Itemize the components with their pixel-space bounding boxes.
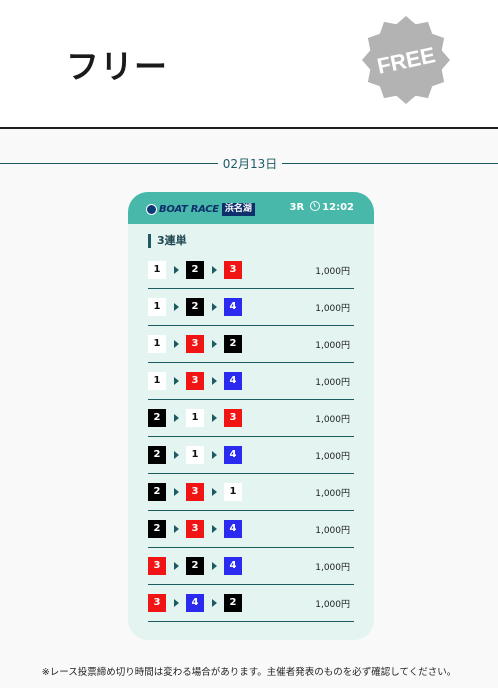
bet-amount: 1,000円 [315,526,350,536]
footnote: ※レース投票締め切り時間は変わる場合があります。主催者発表のものを必ず確認してく… [41,667,457,678]
race-info: 3R 12:02 [289,201,354,213]
boat-number-box: 1 [148,298,166,316]
arrow-right-icon [212,377,217,385]
date-label: 02月13日 [222,157,278,171]
boat-number-box: 1 [186,446,204,464]
arrow-right-icon [212,414,217,422]
bet-amount: 1,000円 [315,600,350,610]
boat-number-box: 4 [224,446,242,464]
bet-row: 1 3 4 1,000円 [148,363,354,400]
arrow-right-icon [174,266,179,274]
bet-row: 2 3 1 1,000円 [148,474,354,511]
bet-row: 1 2 3 1,000円 [148,252,354,289]
arrow-right-icon [212,562,217,570]
boat-number-box: 3 [186,372,204,390]
bet-row: 3 2 4 1,000円 [148,548,354,585]
boat-number-box: 3 [186,335,204,353]
bet-row: 2 1 4 1,000円 [148,437,354,474]
boat-number-box: 2 [186,261,204,279]
arrow-right-icon [174,488,179,496]
boat-number-box: 2 [186,557,204,575]
boat-number-box: 1 [186,409,204,427]
race-time-group: 12:02 [310,201,354,213]
arrow-right-icon [174,525,179,533]
page-header: フリー FREE [0,0,498,129]
bet-amount: 1,000円 [315,489,350,499]
bet-amount: 1,000円 [315,563,350,573]
boat-number-box: 2 [186,298,204,316]
arrow-right-icon [212,303,217,311]
boat-number-box: 2 [224,594,242,612]
boat-number-box: 1 [148,335,166,353]
bet-list: 1 2 3 1,000円 1 2 4 1,000円 1 3 2 1,000円 1 3 4 1,000円 2 1 3 1… [148,252,354,622]
arrow-right-icon [174,562,179,570]
boat-number-box: 2 [148,483,166,501]
boatrace-logo-icon [146,203,157,215]
arrow-right-icon [174,414,179,422]
boat-number-box: 3 [148,594,166,612]
clock-icon [310,201,321,211]
date-divider: 02月13日 [0,152,498,174]
venue-name: 浜名湖 [221,202,255,216]
boat-number-box: 2 [148,409,166,427]
boat-number-box: 3 [224,261,242,279]
boat-number-box: 2 [224,335,242,353]
card-header: BOAT RACE 浜名湖 3R 12:02 [128,192,374,224]
bet-amount: 1,000円 [315,267,350,277]
arrow-right-icon [212,340,217,348]
arrow-right-icon [174,451,179,459]
bet-row: 3 4 2 1,000円 [148,585,354,622]
bet-row: 1 2 4 1,000円 [148,289,354,326]
arrow-right-icon [174,340,179,348]
arrow-right-icon [212,488,217,496]
boat-number-box: 3 [186,483,204,501]
bet-type-label: 3連単 [148,234,187,248]
boat-number-box: 4 [224,557,242,575]
boatrace-logo: BOAT RACE 浜名湖 [146,201,255,217]
boat-number-box: 2 [148,520,166,538]
boat-number-box: 1 [148,372,166,390]
arrow-right-icon [212,525,217,533]
bet-row: 2 3 4 1,000円 [148,511,354,548]
prediction-card: BOAT RACE 浜名湖 3R 12:02 3連単 1 2 3 1,000円 1 2 4 1… [128,192,374,640]
arrow-right-icon [212,451,217,459]
boat-number-box: 4 [224,372,242,390]
bet-row: 2 1 3 1,000円 [148,400,354,437]
boat-number-box: 3 [186,520,204,538]
arrow-right-icon [212,266,217,274]
boat-number-box: 4 [224,520,242,538]
free-badge: FREE [361,15,451,105]
bet-row: 1 3 2 1,000円 [148,326,354,363]
bet-amount: 1,000円 [315,415,350,425]
boatrace-logo-brand: BOAT RACE [159,203,219,215]
arrow-right-icon [174,303,179,311]
race-number: 3R [289,201,305,213]
arrow-right-icon [174,599,179,607]
page-title: フリー [66,47,168,86]
boat-number-box: 3 [224,409,242,427]
boat-number-box: 1 [224,483,242,501]
free-badge-icon: FREE [362,16,450,104]
boat-number-box: 4 [186,594,204,612]
divider-line-left [0,163,218,164]
boat-number-box: 4 [224,298,242,316]
bet-amount: 1,000円 [315,452,350,462]
boat-number-box: 1 [148,261,166,279]
bet-amount: 1,000円 [315,378,350,388]
boat-number-box: 3 [148,557,166,575]
race-time: 12:02 [322,202,354,213]
bet-amount: 1,000円 [315,341,350,351]
arrow-right-icon [174,377,179,385]
divider-line-right [282,163,498,164]
bet-amount: 1,000円 [315,304,350,314]
arrow-right-icon [212,599,217,607]
boat-number-box: 2 [148,446,166,464]
